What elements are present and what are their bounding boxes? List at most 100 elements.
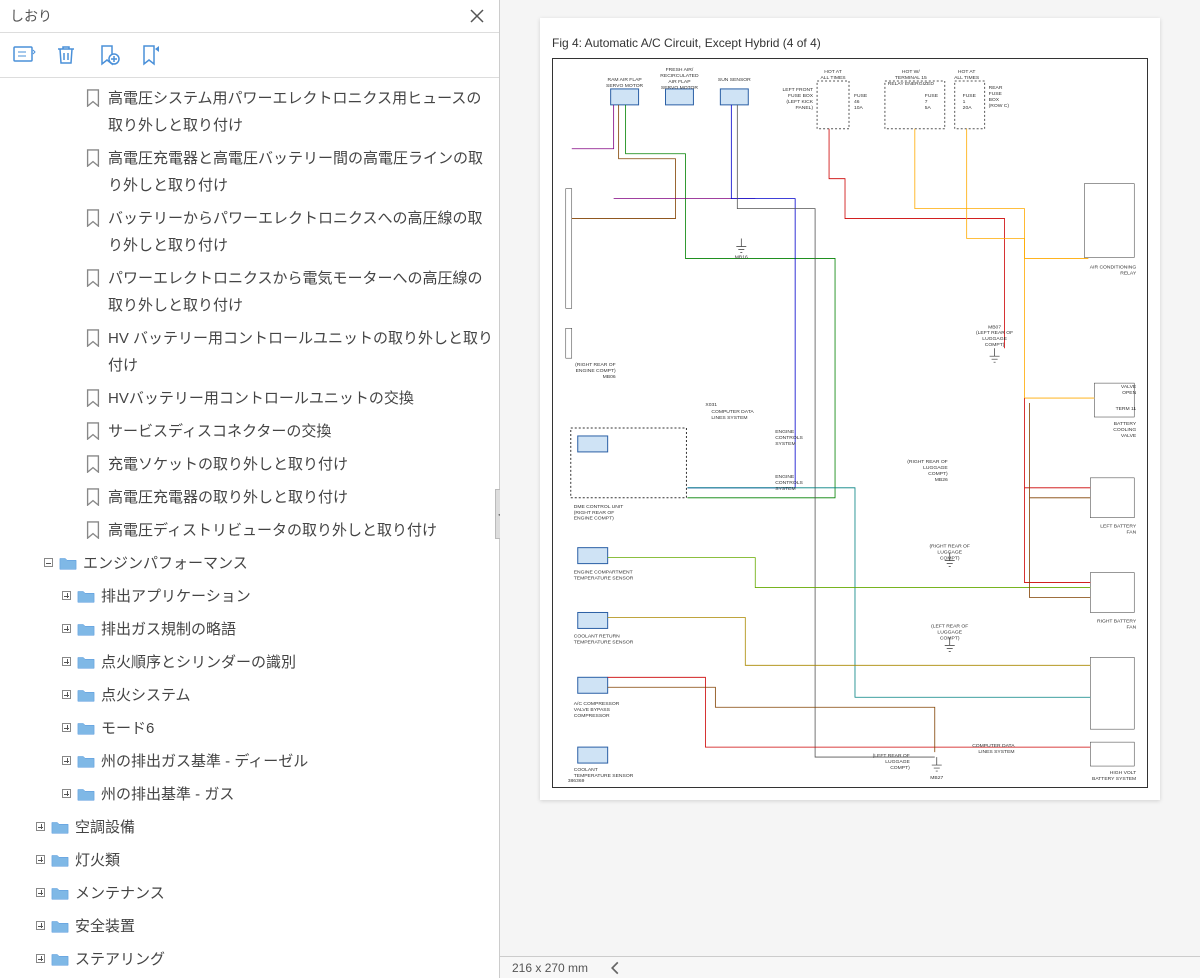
bookmark-icon (84, 149, 102, 167)
folder-engine-performance[interactable]: エンジンパフォーマンス (4, 547, 499, 580)
figure-title: Fig 4: Automatic A/C Circuit, Except Hyb… (552, 36, 1148, 50)
folder-item[interactable]: 州の排出基準 - ガス (4, 778, 499, 811)
folder-item[interactable]: 安全装置 (4, 910, 499, 943)
expand-toggle[interactable] (62, 624, 71, 633)
page-scroll-area[interactable]: Fig 4: Automatic A/C Circuit, Except Hyb… (500, 0, 1200, 956)
svg-text:MB27: MB27 (930, 775, 943, 781)
bookmark-label: 高電圧充電器と高電圧バッテリー間の高電圧ラインの取り外しと取り付け (108, 145, 493, 199)
expand-toggle[interactable] (36, 888, 45, 897)
collapse-toggle[interactable] (44, 558, 53, 567)
svg-text:(LEFT REAR OFLUGGAGECOMPT): (LEFT REAR OFLUGGAGECOMPT) (931, 623, 968, 641)
bookmark-item[interactable]: 充電ソケットの取り外しと取り付け (4, 448, 499, 481)
bookmark-item[interactable]: 高電圧システム用パワーエレクトロニクス用ヒュースの取り外しと取り付け (4, 82, 499, 142)
folder-label: エンジンパフォーマンス (83, 550, 248, 577)
bookmark-item[interactable]: パワーエレクトロニクスから電気モーターへの高圧線の取り外しと取り付け (4, 262, 499, 322)
folder-item[interactable]: メンテナンス (4, 877, 499, 910)
sidebar-toolbar (0, 33, 499, 78)
svg-text:HOT ATALL TIMES: HOT ATALL TIMES (820, 69, 846, 81)
expand-toggle[interactable] (62, 657, 71, 666)
folder-label: ステアリング (75, 946, 165, 973)
svg-text:RIGHT BATTERYFAN: RIGHT BATTERYFAN (1097, 618, 1137, 630)
folder-label: メンテナンス (75, 880, 165, 907)
folder-item[interactable]: 排出アプリケーション (4, 580, 499, 613)
folder-item[interactable]: ステアリング (4, 943, 499, 976)
svg-text:DME CONTROL UNIT(RIGHT REAR OF: DME CONTROL UNIT(RIGHT REAR OFENGINE COM… (574, 504, 624, 522)
svg-text:ENGINECONTROLSSYSTEM: ENGINECONTROLSSYSTEM (775, 429, 803, 447)
bookmark-icon (84, 488, 102, 506)
folder-item[interactable]: 州の排出ガス基準 - ディーゼル (4, 745, 499, 778)
folder-label: 排出アプリケーション (101, 583, 251, 610)
bookmark-icon (84, 209, 102, 227)
bookmark-label: パワーエレクトロニクスから電気モーターへの高圧線の取り外しと取り付け (108, 265, 493, 319)
bookmark-item[interactable]: 高電圧充電器の取り外しと取り付け (4, 481, 499, 514)
bookmark-item[interactable]: バッテリーからパワーエレクトロニクスへの高圧線の取り外しと取り付け (4, 202, 499, 262)
expand-toggle[interactable] (62, 756, 71, 765)
bookmark-label: 高電圧ディストリビュータの取り外しと取り付け (108, 517, 437, 544)
svg-text:ENGINECONTROLSSYSTEM: ENGINECONTROLSSYSTEM (775, 474, 803, 492)
bookmark-item[interactable]: HVバッテリー用コントロールユニットの交換 (4, 382, 499, 415)
expand-toggle[interactable] (62, 591, 71, 600)
document-viewer: Fig 4: Automatic A/C Circuit, Except Hyb… (500, 0, 1200, 978)
bookmarks-sidebar: しおり 高電圧システム用パワーエレクトロニクス用ヒュースの取り外しと取り付け 高… (0, 0, 500, 978)
folder-label: 州の排出基準 - ガス (101, 781, 234, 808)
expand-toggle[interactable] (62, 690, 71, 699)
bookmark-item[interactable]: HV バッテリー用コントロールユニットの取り外しと取り付け (4, 322, 499, 382)
delete-bookmark-button[interactable] (52, 41, 80, 69)
svg-text:LEFT BATTERYFAN: LEFT BATTERYFAN (1100, 524, 1137, 536)
bookmark-label: サービスディスコネクターの交換 (108, 418, 331, 445)
folder-icon (51, 917, 69, 935)
folder-icon (77, 620, 95, 638)
folder-item[interactable]: 灯火類 (4, 844, 499, 877)
add-bookmark-button[interactable] (94, 41, 122, 69)
svg-text:(RIGHT REAR OFENGINE COMPT)MB0: (RIGHT REAR OFENGINE COMPT)MB06 (575, 362, 616, 380)
bookmark-plus-icon (96, 43, 120, 67)
folder-item[interactable]: モード6 (4, 712, 499, 745)
folder-item[interactable]: 空調設備 (4, 811, 499, 844)
expand-bookmark-button[interactable] (136, 41, 164, 69)
folder-icon (77, 686, 95, 704)
close-sidebar-button[interactable] (465, 4, 489, 28)
bookmark-label: HVバッテリー用コントロールユニットの交換 (108, 385, 414, 412)
expand-toggle[interactable] (36, 822, 45, 831)
bookmark-label: 充電ソケットの取り外しと取り付け (108, 451, 348, 478)
bookmark-expand-icon (138, 43, 162, 67)
folder-icon (77, 785, 95, 803)
bookmark-item[interactable]: 高電圧ディストリビュータの取り外しと取り付け (4, 514, 499, 547)
svg-text:FUSE75A: FUSE75A (925, 93, 939, 111)
folder-item[interactable]: 排出ガス規制の略語 (4, 613, 499, 646)
folder-item[interactable]: 点火システム (4, 679, 499, 712)
trash-icon (54, 43, 78, 67)
bookmark-label: 高電圧システム用パワーエレクトロニクス用ヒュースの取り外しと取り付け (108, 85, 493, 139)
folder-label: 点火システム (101, 682, 191, 709)
svg-text:X031: X031 (705, 402, 717, 408)
bookmark-item[interactable]: 高電圧充電器と高電圧バッテリー間の高電圧ラインの取り外しと取り付け (4, 142, 499, 202)
pdf-page: Fig 4: Automatic A/C Circuit, Except Hyb… (540, 18, 1160, 800)
expand-toggle[interactable] (62, 789, 71, 798)
expand-toggle[interactable] (36, 921, 45, 930)
expand-toggle[interactable] (36, 954, 45, 963)
folder-label: モード6 (101, 715, 154, 742)
svg-text:COMPUTER DATALINES SYSTEM: COMPUTER DATALINES SYSTEM (972, 743, 1015, 755)
svg-text:COMPUTER DATALINES SYSTEM: COMPUTER DATALINES SYSTEM (711, 409, 754, 421)
svg-text:A/C COMPRESSORVALVE BYPASSCOMP: A/C COMPRESSORVALVE BYPASSCOMPRESSOR (574, 701, 620, 719)
options-button[interactable] (10, 41, 38, 69)
expand-toggle[interactable] (36, 855, 45, 864)
expand-toggle[interactable] (62, 723, 71, 732)
list-dropdown-icon (12, 43, 36, 67)
bookmark-tree[interactable]: 高電圧システム用パワーエレクトロニクス用ヒュースの取り外しと取り付け 高電圧充電… (0, 78, 499, 978)
folder-item[interactable]: 点火順序とシリンダーの識別 (4, 646, 499, 679)
svg-text:RAM AIR FLAPSERVO MOTOR: RAM AIR FLAPSERVO MOTOR (606, 77, 643, 89)
bookmark-label: 高電圧充電器の取り外しと取り付け (108, 484, 348, 511)
bookmark-item[interactable]: サービスディスコネクターの交換 (4, 415, 499, 448)
svg-text:386369: 386369 (568, 778, 585, 784)
prev-page-icon[interactable] (608, 961, 622, 975)
folder-icon (51, 818, 69, 836)
folder-icon (77, 587, 95, 605)
bookmark-icon (84, 422, 102, 440)
svg-text:REARFUSEBOX(ROW C): REARFUSEBOX(ROW C) (989, 85, 1010, 109)
folder-label: 排出ガス規制の略語 (101, 616, 236, 643)
folder-label: 灯火類 (75, 847, 120, 874)
folder-icon (51, 851, 69, 869)
svg-text:(LEFT REAR OFLUGGAGECOMPT): (LEFT REAR OFLUGGAGECOMPT) (873, 753, 911, 771)
bookmark-icon (84, 521, 102, 539)
